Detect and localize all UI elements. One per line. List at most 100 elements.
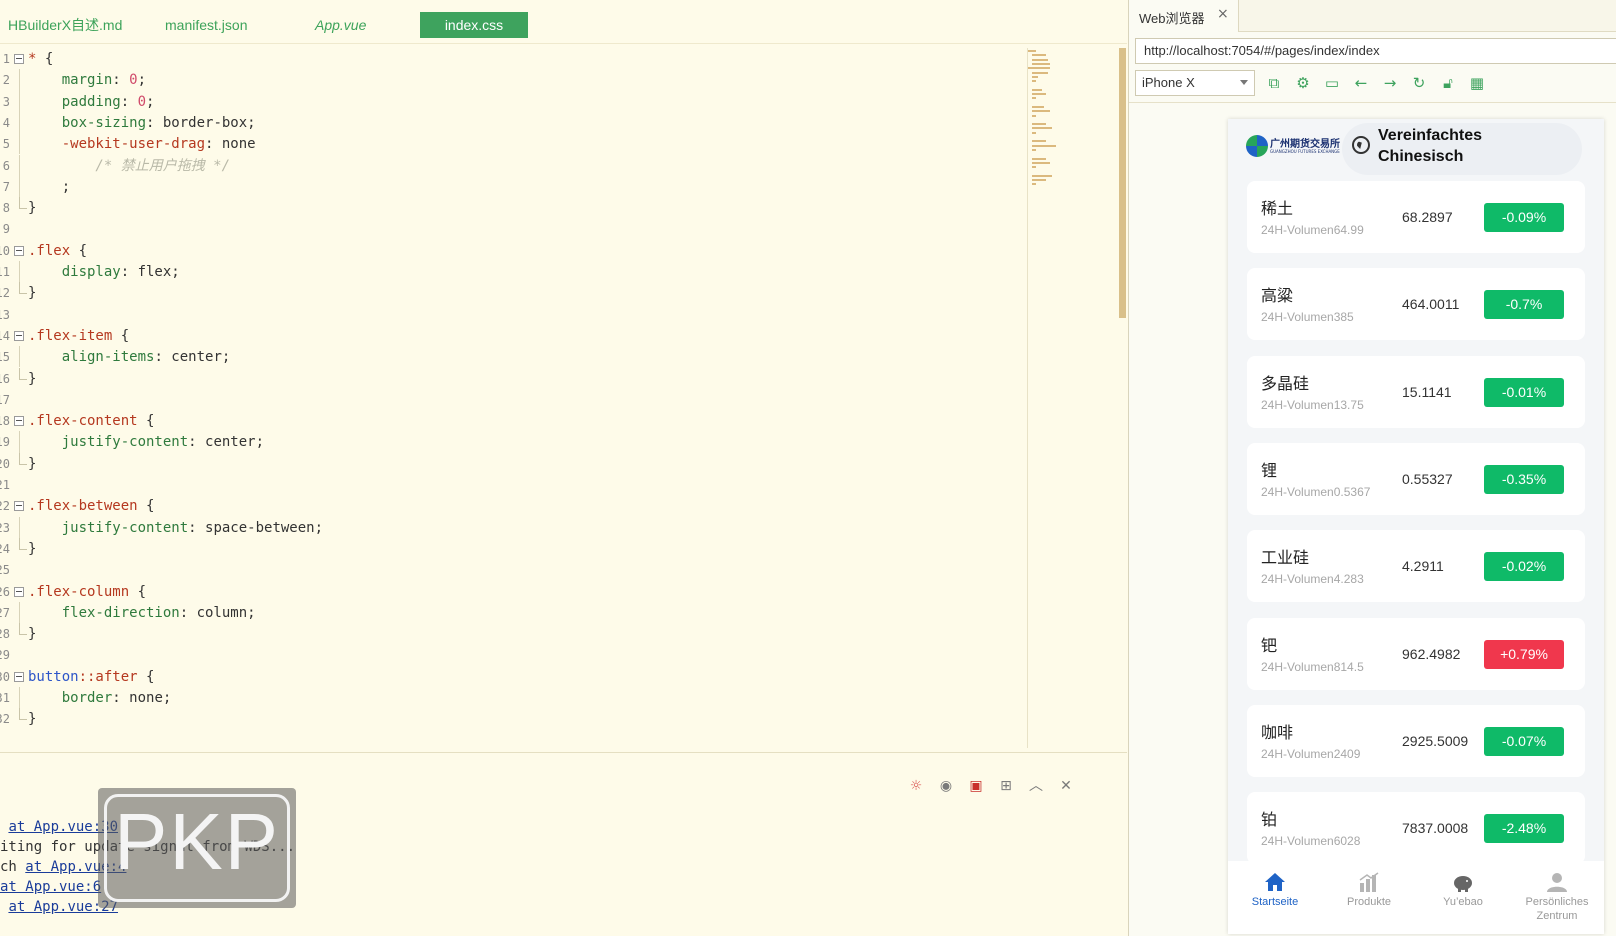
language-label[interactable]: Vereinfachtes Chinesisch [1378, 125, 1518, 167]
fold-toggle-icon[interactable] [14, 671, 24, 682]
tab-yuebao[interactable]: Yu’ebao [1416, 861, 1510, 934]
code-line[interactable]: 31 border: none; [0, 687, 1025, 709]
url-input[interactable]: http://localhost:7054/#/pages/index/inde… [1135, 38, 1616, 64]
code-line[interactable]: 10 .flex { [0, 240, 1025, 262]
tab-index-css[interactable]: index.css [420, 12, 528, 38]
editor-scrollbar[interactable] [1119, 48, 1126, 318]
product-card[interactable]: 工业硅 24H-Volumen4.283 4.2911 -0.02% [1247, 530, 1585, 603]
code-line[interactable]: 12} [0, 282, 1025, 304]
code-line[interactable]: 30 button::after { [0, 666, 1025, 688]
product-card[interactable]: 稀土 24H-Volumen64.99 68.2897 -0.09% [1247, 181, 1585, 253]
collapse-up-icon[interactable]: ︿ [1027, 777, 1045, 795]
code-token: 0 [129, 72, 138, 89]
indent-guide [19, 601, 20, 624]
code-line[interactable]: 26 .flex-column { [0, 581, 1025, 603]
close-icon[interactable]: × [1217, 6, 1229, 22]
console-link[interactable]: at App.vue:6 [0, 879, 101, 895]
code-line[interactable]: 27 flex-direction: column; [0, 601, 1025, 624]
code-line[interactable]: 15 align-items: center; [0, 346, 1025, 368]
minimap[interactable] [1027, 48, 1119, 748]
code-line[interactable]: 21 [0, 474, 1025, 496]
tab-readme[interactable]: HBuilderX自述.md [0, 12, 130, 38]
product-price: 2925.5009 [1402, 732, 1469, 749]
product-card[interactable]: 多晶硅 24H-Volumen13.75 15.1141 -0.01% [1247, 355, 1585, 428]
code-line[interactable]: 5 -webkit-user-drag: none [0, 133, 1025, 155]
code-token: none [221, 136, 256, 153]
code-area[interactable]: 1 * {2 margin: 0; 3 padding: 0; 4 box-sizin… [0, 48, 1025, 748]
code-line[interactable]: 11 display: flex; [0, 261, 1025, 283]
code-line[interactable]: 6 /* 禁止用户拖拽 */ [0, 154, 1025, 177]
tab-label: Startseite [1251, 896, 1299, 908]
product-card[interactable]: 锂 24H-Volumen0.5367 0.55327 -0.35% [1247, 442, 1585, 515]
code-line[interactable]: 16} [0, 367, 1025, 390]
code-line[interactable]: 4 box-sizing: border-box; [0, 111, 1025, 134]
code-line[interactable]: 23 justify-content: space-between; [0, 516, 1025, 539]
tab-app-vue[interactable]: App.vue [307, 12, 374, 38]
code-token: ; [162, 690, 172, 706]
code-line[interactable]: 2 margin: 0; [0, 69, 1025, 91]
fold-toggle-icon[interactable] [14, 245, 24, 256]
code-line[interactable]: 1 * { [0, 48, 1025, 70]
clear-console-icon[interactable]: ✕ [1057, 777, 1075, 795]
fold-end-guide [19, 197, 27, 210]
tab-manifest[interactable]: manifest.json [157, 12, 255, 38]
code-line[interactable]: 20} [0, 452, 1025, 475]
fold-toggle-icon[interactable] [14, 416, 24, 427]
product-card[interactable]: 钯 24H-Volumen814.5 962.4982 +0.79% [1247, 617, 1585, 690]
device-select-value: iPhone X [1142, 75, 1195, 90]
indent-guide [19, 431, 20, 453]
fold-toggle-icon[interactable] [14, 586, 24, 597]
lock-icon[interactable]: 🔓︎ [1437, 72, 1459, 94]
code-line[interactable]: 18 .flex-content { [0, 410, 1025, 432]
settings-icon[interactable]: ⚙ [1292, 72, 1314, 94]
forward-arrow-icon[interactable]: → [1379, 72, 1401, 94]
code-line[interactable]: 14 .flex-item { [0, 325, 1025, 347]
stop-icon[interactable]: ▣ [967, 777, 985, 795]
code-line[interactable]: 9 [0, 218, 1025, 240]
bug-icon[interactable]: ☼ [907, 777, 925, 795]
code-token: flex-direction [28, 604, 180, 621]
fold-toggle-icon[interactable] [14, 54, 24, 64]
back-arrow-icon[interactable]: ← [1350, 72, 1372, 94]
code-line[interactable]: 28} [0, 623, 1025, 645]
code-token: justify-content [28, 519, 189, 536]
product-card[interactable]: 高粱 24H-Volumen385 464.0011 -0.7% [1247, 268, 1585, 341]
debug-step-icon[interactable]: ◉ [937, 777, 955, 795]
refresh-icon[interactable]: ↻ [1408, 72, 1430, 94]
devtools-icon[interactable]: ▭ [1321, 72, 1343, 94]
line-number: 17 [0, 392, 10, 407]
fold-end-guide [19, 537, 27, 550]
product-card[interactable]: 咖啡 24H-Volumen2409 2925.5009 -0.07% [1247, 704, 1585, 777]
screenshot-icon[interactable]: ⧉ [1263, 72, 1285, 94]
code-line[interactable]: 19 justify-content: center; [0, 431, 1025, 453]
qrcode-icon[interactable]: ▦ [1466, 72, 1488, 94]
code-editor: HBuilderX自述.md manifest.json App.vue ind… [0, 0, 1127, 936]
browser-tab[interactable]: Web浏览器 × [1129, 0, 1239, 32]
fold-toggle-icon[interactable] [14, 330, 24, 341]
code-line[interactable]: 8} [0, 197, 1025, 219]
product-price: 68.2897 [1402, 209, 1453, 225]
product-card[interactable]: 铂 24H-Volumen6028 7837.0008 -2.48% [1247, 792, 1585, 865]
device-select[interactable]: iPhone X [1135, 70, 1255, 96]
code-line[interactable]: 32} [0, 708, 1025, 730]
bottom-tab-bar: Startseite Produkte Yu’ebao Persönliches… [1228, 861, 1604, 934]
tab-persoenliches-zentrum[interactable]: Persönliches Zentrum [1510, 861, 1604, 934]
code-token: justify-content [28, 434, 189, 451]
code-line[interactable]: 25 [0, 559, 1025, 581]
code-line[interactable]: 7 ; [0, 175, 1025, 198]
tab-startseite[interactable]: Startseite [1228, 861, 1322, 934]
minimap-line [1032, 157, 1046, 160]
code-token: } [28, 455, 37, 472]
open-terminal-icon[interactable]: ⊞ [997, 777, 1015, 795]
code-line[interactable]: 24} [0, 537, 1025, 560]
code-line[interactable]: 17 [0, 389, 1025, 411]
code-line[interactable]: 3 padding: 0; [0, 90, 1025, 113]
toolbar-divider [1129, 102, 1616, 103]
line-number: 21 [0, 478, 10, 492]
tab-produkte[interactable]: Produkte [1322, 861, 1416, 934]
code-line[interactable]: 29 [0, 644, 1025, 666]
code-line[interactable]: 22 .flex-between { [0, 495, 1025, 517]
code-text: * { [28, 48, 53, 70]
code-line[interactable]: 13 [0, 304, 1025, 326]
fold-toggle-icon[interactable] [14, 501, 24, 512]
